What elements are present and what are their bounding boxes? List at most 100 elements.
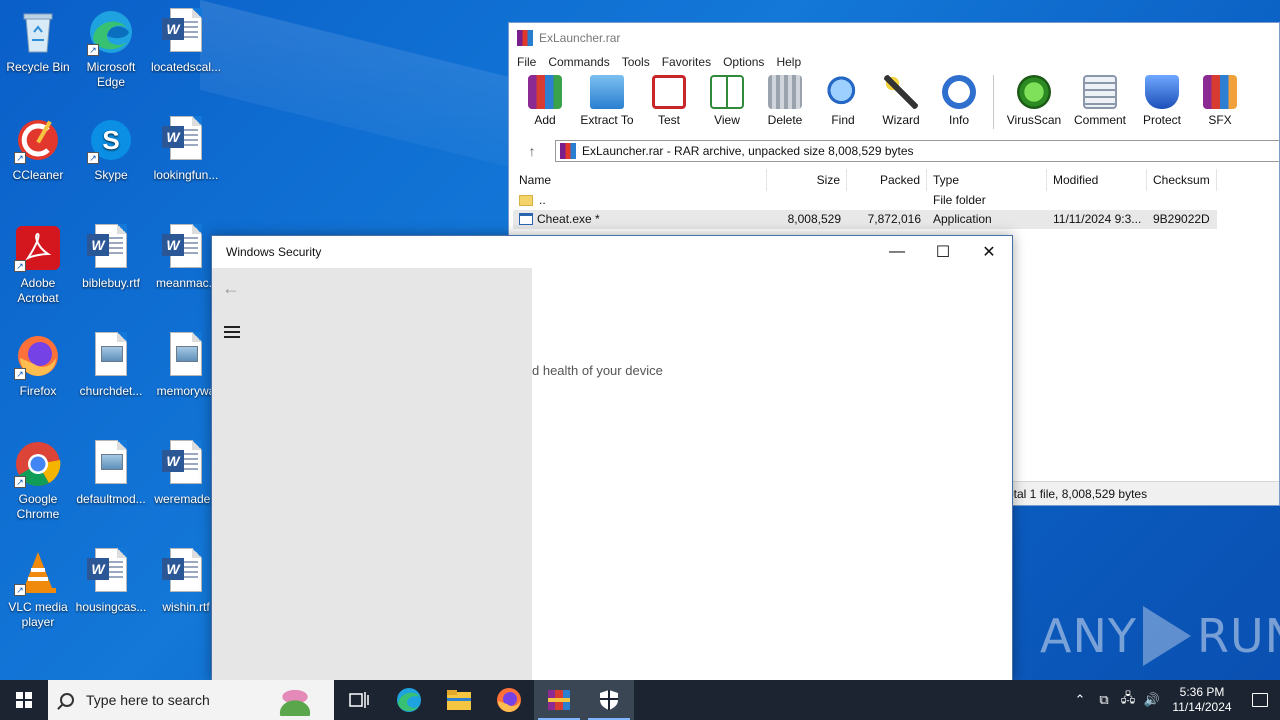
desktop-icon-biblebuy[interactable]: W biblebuy.rtf — [73, 224, 149, 291]
file-name: Cheat.exe * — [537, 212, 600, 226]
search-placeholder: Type here to search — [86, 692, 210, 708]
winrar-title-bar[interactable]: ExLauncher.rar — [509, 23, 1279, 53]
taskbar-search-box[interactable]: Type here to search — [48, 680, 334, 720]
maximize-button[interactable]: ☐ — [920, 236, 966, 268]
virusscan-label: VirusScan — [1006, 113, 1062, 127]
shortcut-arrow-icon: ↗ — [14, 584, 26, 596]
folder-icon — [447, 690, 471, 710]
file-row-cheat-exe[interactable]: Cheat.exe * 8,008,529 7,872,016 Applicat… — [513, 210, 1217, 229]
path-field[interactable]: ExLauncher.rar - RAR archive, unpacked s… — [555, 140, 1280, 162]
security-title-bar[interactable]: Windows Security — ☐ ✕ — [212, 236, 1012, 268]
menu-options[interactable]: Options — [717, 53, 770, 73]
shortcut-arrow-icon: ↗ — [14, 152, 26, 164]
protect-label: Protect — [1142, 113, 1181, 127]
extract-to-button[interactable]: Extract To — [575, 73, 639, 127]
desktop-icon-recycle-bin[interactable]: Recycle Bin — [0, 8, 76, 75]
find-button[interactable]: Find — [815, 73, 871, 127]
start-button[interactable] — [0, 680, 48, 720]
menu-file[interactable]: File — [511, 53, 542, 73]
virusscan-button[interactable]: VirusScan — [1002, 73, 1066, 127]
winrar-icon — [548, 690, 570, 710]
sfx-label: SFX — [1208, 113, 1232, 127]
column-checksum[interactable]: Checksum — [1147, 169, 1217, 191]
file-list-header: Name Size Packed Type Modified Checksum — [513, 169, 1217, 191]
info-button[interactable]: Info — [931, 73, 987, 127]
test-button[interactable]: Test — [641, 73, 697, 127]
column-type[interactable]: Type — [927, 169, 1047, 191]
minimize-button[interactable]: — — [874, 236, 920, 268]
column-modified[interactable]: Modified — [1047, 169, 1147, 191]
watermark-left-text: ANY — [1040, 609, 1137, 663]
clock-time: 5:36 PM — [1179, 685, 1225, 699]
taskbar-firefox[interactable] — [484, 680, 534, 720]
back-arrow-icon[interactable]: ← — [222, 278, 240, 299]
taskbar-clock[interactable]: 5:36 PM 11/14/2024 — [1164, 685, 1240, 715]
system-tray: ⌃ ⧉ 🖧 🔊 5:36 PM 11/14/2024 — [1068, 680, 1280, 720]
desktop-icon-adobe-acrobat[interactable]: ↗ Adobe Acrobat — [0, 224, 76, 306]
desktop-icon-lookingfun[interactable]: W lookingfun... — [148, 116, 224, 183]
taskbar-windows-security[interactable] — [584, 680, 634, 720]
wizard-button[interactable]: Wizard — [873, 73, 929, 127]
up-folder-icon[interactable]: ↑ — [509, 143, 555, 159]
desktop-icon-firefox[interactable]: ↗ Firefox — [0, 332, 76, 399]
svg-text:S: S — [102, 125, 119, 155]
shortcut-arrow-icon: ↗ — [87, 44, 99, 56]
word-document-icon: W — [87, 548, 135, 596]
info-label: Info — [948, 113, 969, 127]
shield-icon — [600, 690, 618, 710]
hamburger-menu-icon[interactable] — [224, 326, 240, 338]
task-view-button[interactable] — [334, 680, 384, 720]
desktop-icon-defaultmod[interactable]: defaultmod... — [73, 440, 149, 507]
menu-favorites[interactable]: Favorites — [656, 53, 717, 73]
sfx-button[interactable]: SFX — [1192, 73, 1248, 127]
delete-button[interactable]: Delete — [757, 73, 813, 127]
desktop-icon-ccleaner[interactable]: ↗ CCleaner — [0, 116, 76, 183]
close-button[interactable]: ✕ — [966, 236, 1012, 268]
taskbar-file-explorer[interactable] — [434, 680, 484, 720]
desktop-icon-google-chrome[interactable]: ↗ Google Chrome — [0, 440, 76, 522]
desktop-icon-label: housingcas... — [75, 600, 147, 614]
volume-icon[interactable]: 🔊 — [1140, 692, 1164, 708]
menu-commands[interactable]: Commands — [542, 53, 615, 73]
file-row-parent[interactable]: .. File folder — [513, 191, 1217, 210]
desktop-icon-skype[interactable]: S ↗ Skype — [73, 116, 149, 183]
delete-label: Delete — [767, 113, 803, 127]
desktop-icon-label: Recycle Bin — [6, 60, 70, 74]
menu-help[interactable]: Help — [770, 53, 807, 73]
desktop-icon-vlc[interactable]: ↗ VLC media player — [0, 548, 76, 630]
recycle-bin-icon — [14, 8, 62, 56]
extract-to-label: Extract To — [580, 113, 634, 127]
chevron-up-icon[interactable]: ⌃ — [1068, 692, 1092, 708]
desktop-icon-label: CCleaner — [12, 168, 64, 182]
add-button[interactable]: Add — [517, 73, 573, 127]
find-label: Find — [831, 113, 855, 127]
column-name[interactable]: Name — [513, 169, 767, 191]
desktop-icon-housingcas[interactable]: W housingcas... — [73, 548, 149, 615]
column-size[interactable]: Size — [767, 169, 847, 191]
desktop-icon-churchdet[interactable]: churchdet... — [73, 332, 149, 399]
menu-tools[interactable]: Tools — [616, 53, 656, 73]
view-button[interactable]: View — [699, 73, 755, 127]
magnifier-icon — [826, 75, 860, 109]
notification-center-button[interactable] — [1240, 680, 1280, 720]
desktop-icon-locatedscal[interactable]: W locatedscal... — [148, 8, 224, 75]
meet-now-icon[interactable]: ⧉ — [1092, 692, 1116, 708]
file-name: .. — [539, 193, 546, 207]
desktop-icon-label: VLC media player — [8, 600, 68, 629]
word-document-icon: W — [162, 116, 210, 164]
comment-button[interactable]: Comment — [1068, 73, 1132, 127]
info-icon — [942, 75, 976, 109]
protect-button[interactable]: Protect — [1134, 73, 1190, 127]
adobe-acrobat-icon: ↗ — [14, 224, 62, 272]
desktop-icon-microsoft-edge[interactable]: ↗ Microsoft Edge — [73, 8, 149, 90]
comment-icon — [1083, 75, 1117, 109]
network-icon[interactable]: 🖧 — [1116, 689, 1140, 711]
taskbar-winrar[interactable] — [534, 680, 584, 720]
security-body-text: d health of your device — [532, 363, 663, 378]
column-packed[interactable]: Packed — [847, 169, 927, 191]
winrar-menubar: File Commands Tools Favorites Options He… — [509, 53, 1279, 73]
desktop-icon-label: Google Chrome — [16, 492, 60, 521]
wizard-label: Wizard — [882, 113, 920, 127]
windows-logo-icon — [16, 692, 32, 708]
taskbar-edge[interactable] — [384, 680, 434, 720]
